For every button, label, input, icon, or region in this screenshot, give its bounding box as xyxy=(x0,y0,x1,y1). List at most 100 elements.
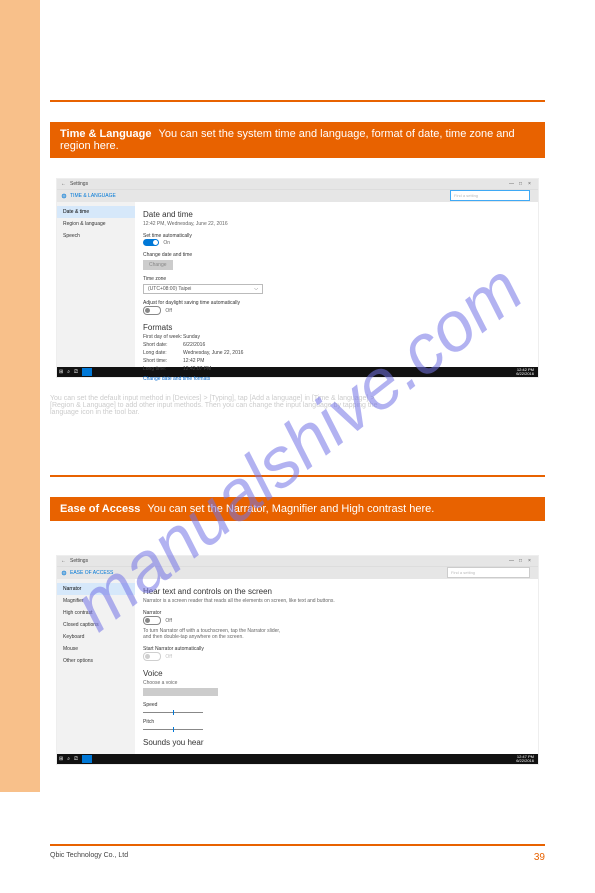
interlude-line: You can set the default input method in … xyxy=(50,395,545,402)
window-titlebar: ← Settings — □ × xyxy=(57,179,538,189)
gear-icon xyxy=(61,570,67,576)
format-value: Wednesday, June 22, 2016 xyxy=(183,350,243,356)
narrator-hint: To turn Narrator off with a touchscreen,… xyxy=(143,628,283,640)
taskbar-left: ⊞ ⌕ ⎚ xyxy=(59,755,516,763)
format-row: Long time:12:42:07 PM xyxy=(143,366,530,372)
sidebar-item-keyboard[interactable]: Keyboard xyxy=(57,631,135,643)
task-view-icon[interactable]: ⎚ xyxy=(74,369,78,375)
window-title: Settings xyxy=(70,558,507,564)
settings-sidebar: Date & time Region & language Speech xyxy=(57,202,135,367)
gear-icon xyxy=(61,193,67,199)
sidebar-item-magnifier[interactable]: Magnifier xyxy=(57,595,135,607)
search-icon[interactable]: ⌕ xyxy=(67,369,70,375)
taskbar-clock[interactable]: 12:47 PM 6/22/2016 xyxy=(516,755,536,763)
section-heading-time-language: Time & Language You can set the system t… xyxy=(50,122,545,158)
sidebar-item-high-contrast[interactable]: High contrast xyxy=(57,607,135,619)
back-arrow-icon[interactable]: ← xyxy=(61,558,66,564)
start-icon[interactable]: ⊞ xyxy=(59,369,63,375)
change-date-time-label: Change date and time xyxy=(143,252,530,258)
taskbar-app-settings[interactable] xyxy=(82,755,92,763)
task-view-icon[interactable]: ⎚ xyxy=(74,756,78,762)
time-zone-value: (UTC+08:00) Taipei xyxy=(148,286,191,292)
back-arrow-icon[interactable]: ← xyxy=(61,181,66,187)
change-formats-link[interactable]: Change date and time formats xyxy=(143,376,530,382)
minimize-button[interactable]: — xyxy=(507,181,516,187)
set-time-auto-state: On xyxy=(163,240,170,246)
left-decorative-stripe xyxy=(0,0,40,792)
speed-label: Speed xyxy=(143,702,530,708)
speed-slider[interactable] xyxy=(143,712,203,713)
format-key: First day of week: xyxy=(143,334,183,340)
sidebar-item-date-time[interactable]: Date & time xyxy=(57,206,135,218)
page-title: Hear text and controls on the screen xyxy=(143,587,530,596)
window-titlebar: ← Settings — □ × xyxy=(57,556,538,566)
horizontal-rule-top xyxy=(50,100,545,102)
set-time-auto-toggle[interactable] xyxy=(143,239,159,246)
sidebar-item-closed-captions[interactable]: Closed captions xyxy=(57,619,135,631)
maximize-button[interactable]: □ xyxy=(516,558,525,564)
format-key: Long date: xyxy=(143,350,183,356)
close-button[interactable]: × xyxy=(525,558,534,564)
subheader-title: TIME & LANGUAGE xyxy=(70,193,116,199)
dst-state: Off xyxy=(165,308,172,314)
minimize-button[interactable]: — xyxy=(507,558,516,564)
formats-heading: Formats xyxy=(143,323,530,332)
footer-page-number: 39 xyxy=(534,852,545,863)
narrator-desc: Narrator is a screen reader that reads a… xyxy=(143,598,530,604)
format-row: First day of week:Sunday xyxy=(143,334,530,340)
search-input[interactable]: Find a setting xyxy=(447,567,530,578)
window-body: Date & time Region & language Speech Dat… xyxy=(57,202,538,367)
format-key: Short date: xyxy=(143,342,183,348)
windows-taskbar: ⊞ ⌕ ⎚ 12:47 PM 6/22/2016 xyxy=(57,754,538,764)
narrator-state: Off xyxy=(165,618,172,624)
narrator-toggle[interactable] xyxy=(143,616,161,625)
section-heading-title: Time & Language xyxy=(60,128,151,140)
section-heading-desc: You can set the Narrator, Magnifier and … xyxy=(147,503,434,515)
search-icon[interactable]: ⌕ xyxy=(67,756,70,762)
format-value: 12:42:07 PM xyxy=(183,366,211,372)
settings-main-panel: Hear text and controls on the screen Nar… xyxy=(135,579,538,754)
auto-start-narrator-state: Off xyxy=(165,654,172,660)
voice-select[interactable] xyxy=(143,688,218,696)
format-key: Short time: xyxy=(143,358,183,364)
sidebar-item-speech[interactable]: Speech xyxy=(57,230,135,242)
format-row: Long date:Wednesday, June 22, 2016 xyxy=(143,350,530,356)
subheader-title: EASE OF ACCESS xyxy=(70,570,113,576)
page-title: Date and time xyxy=(143,210,530,219)
time-zone-label: Time zone xyxy=(143,276,530,282)
auto-start-narrator-toggle[interactable] xyxy=(143,652,161,661)
taskbar-app-settings[interactable] xyxy=(82,368,92,376)
windows-settings-screenshot-time: ← Settings — □ × TIME & LANGUAGE Find a … xyxy=(56,178,539,378)
horizontal-rule-bottom xyxy=(50,844,545,846)
window-title: Settings xyxy=(70,181,507,187)
sidebar-item-narrator[interactable]: Narrator xyxy=(57,583,135,595)
current-datetime-text: 12:42 PM, Wednesday, June 22, 2016 xyxy=(143,221,530,227)
settings-sidebar: Narrator Magnifier High contrast Closed … xyxy=(57,579,135,754)
section-heading-ease-of-access: Ease of Access You can set the Narrator,… xyxy=(50,497,545,521)
format-key: Long time: xyxy=(143,366,183,372)
sidebar-item-mouse[interactable]: Mouse xyxy=(57,643,135,655)
pitch-slider[interactable] xyxy=(143,729,203,730)
sidebar-item-other-options[interactable]: Other options xyxy=(57,655,135,667)
start-icon[interactable]: ⊞ xyxy=(59,756,63,762)
time-zone-select[interactable]: (UTC+08:00) Taipei ⌵ xyxy=(143,284,263,294)
footer-company: Qbic Technology Co., Ltd xyxy=(50,852,128,863)
sounds-heading: Sounds you hear xyxy=(143,738,530,747)
dst-toggle[interactable] xyxy=(143,306,161,315)
choose-voice-label: Choose a voice xyxy=(143,680,530,686)
pitch-label: Pitch xyxy=(143,719,530,725)
maximize-button[interactable]: □ xyxy=(516,181,525,187)
voice-heading: Voice xyxy=(143,669,530,678)
interlude-paragraph: You can set the default input method in … xyxy=(50,395,545,416)
horizontal-rule-mid xyxy=(50,475,545,477)
search-input[interactable]: Find a setting xyxy=(450,190,530,201)
format-value: 12:42 PM xyxy=(183,358,204,364)
interlude-line: [Region & Language] to add other input m… xyxy=(50,402,545,409)
interlude-line: language icon in the tool bar. xyxy=(50,409,545,416)
close-button[interactable]: × xyxy=(525,181,534,187)
sidebar-item-region-language[interactable]: Region & language xyxy=(57,218,135,230)
change-date-time-button[interactable]: Change xyxy=(143,260,173,270)
format-row: Short time:12:42 PM xyxy=(143,358,530,364)
page-footer: Qbic Technology Co., Ltd 39 xyxy=(50,852,545,863)
settings-main-panel: Date and time 12:42 PM, Wednesday, June … xyxy=(135,202,538,367)
